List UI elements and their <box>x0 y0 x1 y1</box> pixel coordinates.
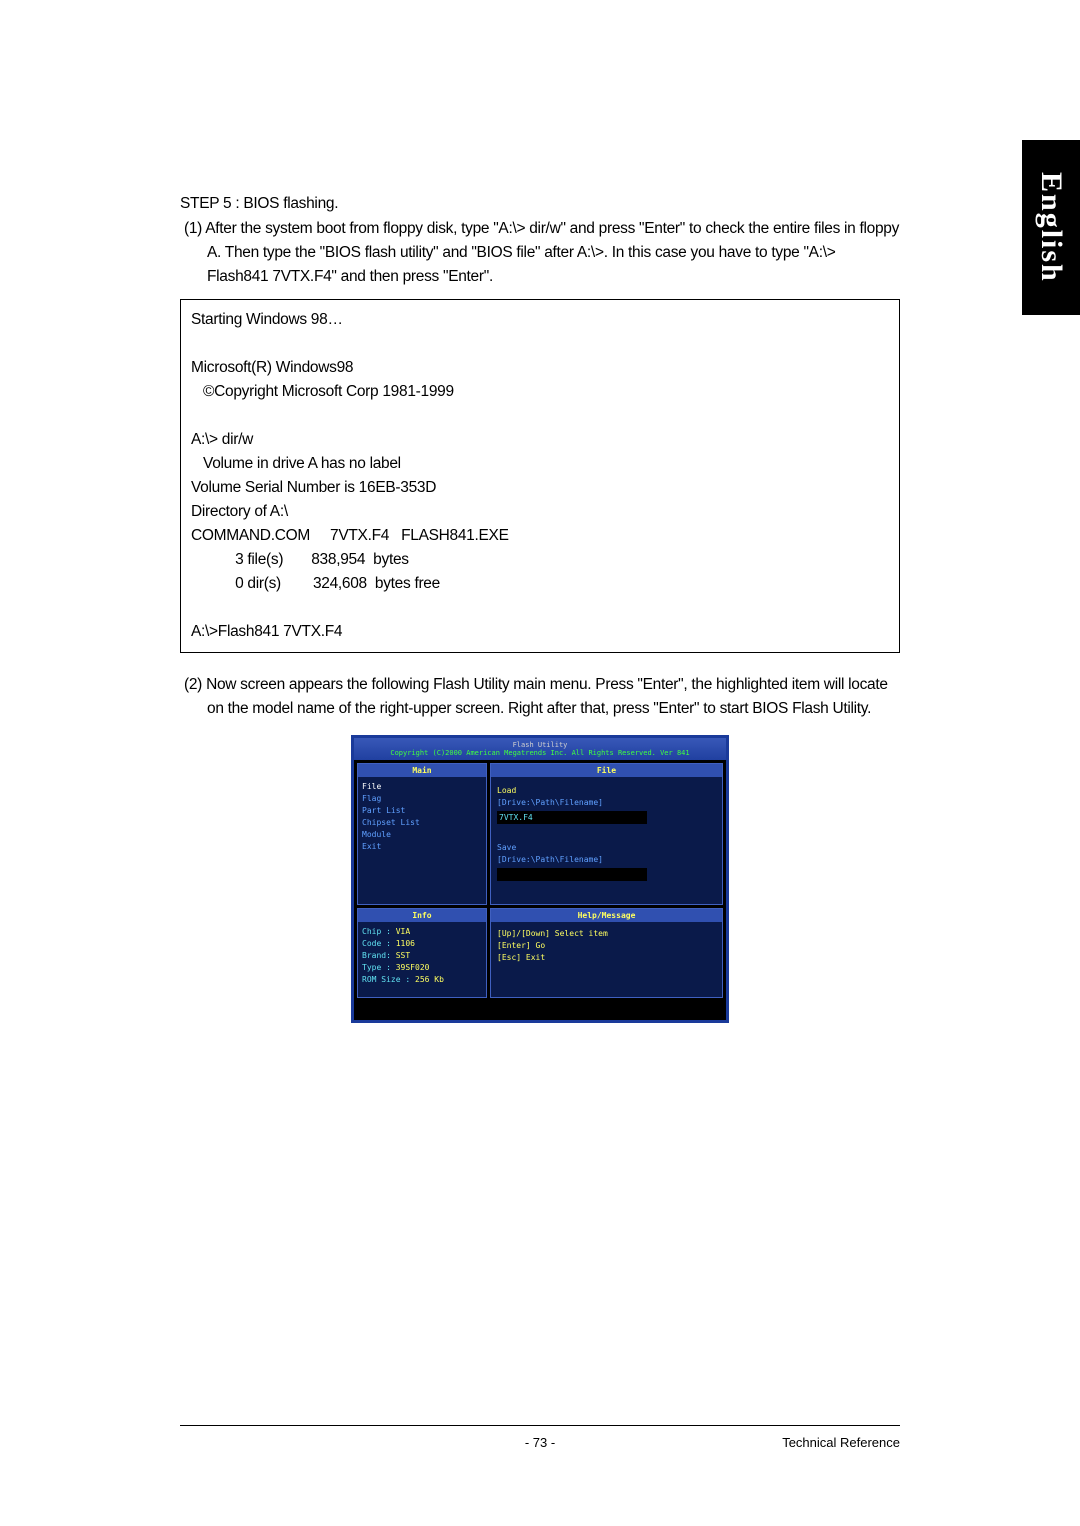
bios-main-header: Main <box>358 764 486 777</box>
menu-flag: Flag <box>362 793 482 805</box>
menu-file: File <box>362 781 482 793</box>
terminal-output: Starting Windows 98… Microsoft(R) Window… <box>180 299 900 653</box>
bios-main-panel: Main File Flag Part List Chipset List Mo… <box>357 763 487 905</box>
terminal-line: ©Copyright Microsoft Corp 1981-1999 <box>191 380 889 404</box>
info-rom-label: ROM Size : <box>362 975 410 984</box>
bios-file-panel: File Load [Drive:\Path\Filename] 7VTX.F4… <box>490 763 723 905</box>
info-code-label: Code : <box>362 939 391 948</box>
step5-text: After the system boot from floppy disk, … <box>205 220 899 285</box>
footer-section: Technical Reference <box>782 1435 900 1450</box>
terminal-line: Starting Windows 98… <box>191 308 889 332</box>
step5-instruction: (1) After the system boot from floppy di… <box>180 217 900 289</box>
file-load-label: Load <box>497 785 716 797</box>
step2-text: Now screen appears the following Flash U… <box>206 676 888 717</box>
file-save-path: [Drive:\Path\Filename] <box>497 854 716 866</box>
info-chip-value: VIA <box>396 927 410 936</box>
page-number: - 73 - <box>525 1435 555 1450</box>
info-rom-value: 256 Kb <box>415 975 444 984</box>
step5-num: (1) <box>184 220 202 237</box>
bios-title-bar: Flash Utility Copyright (C)2000 American… <box>354 738 726 760</box>
bios-utility-screenshot: Flash Utility Copyright (C)2000 American… <box>351 735 729 1023</box>
terminal-line: Directory of A:\ <box>191 500 889 524</box>
main-content: STEP 5 : BIOS flashing. (1) After the sy… <box>180 195 900 1023</box>
terminal-line: 3 file(s) 838,954 bytes <box>191 548 889 572</box>
language-label: English <box>1034 172 1068 283</box>
terminal-line: Microsoft(R) Windows98 <box>191 356 889 380</box>
terminal-line: Volume Serial Number is 16EB-353D <box>191 476 889 500</box>
footer-divider <box>180 1425 900 1426</box>
file-load-path: [Drive:\Path\Filename] <box>497 797 716 809</box>
step2-num: (2) <box>184 676 202 693</box>
menu-part-list: Part List <box>362 805 482 817</box>
info-type-value: 39SF020 <box>396 963 430 972</box>
info-code-value: 1106 <box>396 939 415 948</box>
help-line3: [Esc] Exit <box>497 952 716 964</box>
step5-title: STEP 5 : BIOS flashing. <box>180 195 900 213</box>
menu-chipset-list: Chipset List <box>362 817 482 829</box>
language-tab: English <box>1022 140 1080 315</box>
bios-info-header: Info <box>358 909 486 922</box>
bios-title: Flash Utility <box>390 741 689 749</box>
bios-info-panel: Info Chip : VIA Code : 1106 Brand: SST T… <box>357 908 487 998</box>
bios-screenshot-container: Flash Utility Copyright (C)2000 American… <box>180 735 900 1023</box>
info-brand-label: Brand: <box>362 951 391 960</box>
info-type-label: Type : <box>362 963 391 972</box>
bios-copyright: Copyright (C)2000 American Megatrends In… <box>390 749 689 757</box>
footer: - 73 - Technical Reference <box>180 1435 900 1450</box>
terminal-line: 0 dir(s) 324,608 bytes free <box>191 572 889 596</box>
terminal-line: A:\> dir/w <box>191 428 889 452</box>
help-line1: [Up]/[Down] Select item <box>497 928 716 940</box>
menu-module: Module <box>362 829 482 841</box>
file-load-input: 7VTX.F4 <box>497 811 647 824</box>
info-chip-label: Chip : <box>362 927 391 936</box>
file-save-input <box>497 868 647 881</box>
file-save-label: Save <box>497 842 716 854</box>
terminal-line: COMMAND.COM 7VTX.F4 FLASH841.EXE <box>191 524 889 548</box>
menu-exit: Exit <box>362 841 482 853</box>
bios-help-panel: Help/Message [Up]/[Down] Select item [En… <box>490 908 723 998</box>
bios-help-header: Help/Message <box>491 909 722 922</box>
bios-file-header: File <box>491 764 722 777</box>
terminal-line: A:\>Flash841 7VTX.F4 <box>191 620 889 644</box>
step2-instruction: (2) Now screen appears the following Fla… <box>180 673 900 721</box>
info-brand-value: SST <box>396 951 410 960</box>
terminal-line: Volume in drive A has no label <box>191 452 889 476</box>
help-line2: [Enter] Go <box>497 940 716 952</box>
